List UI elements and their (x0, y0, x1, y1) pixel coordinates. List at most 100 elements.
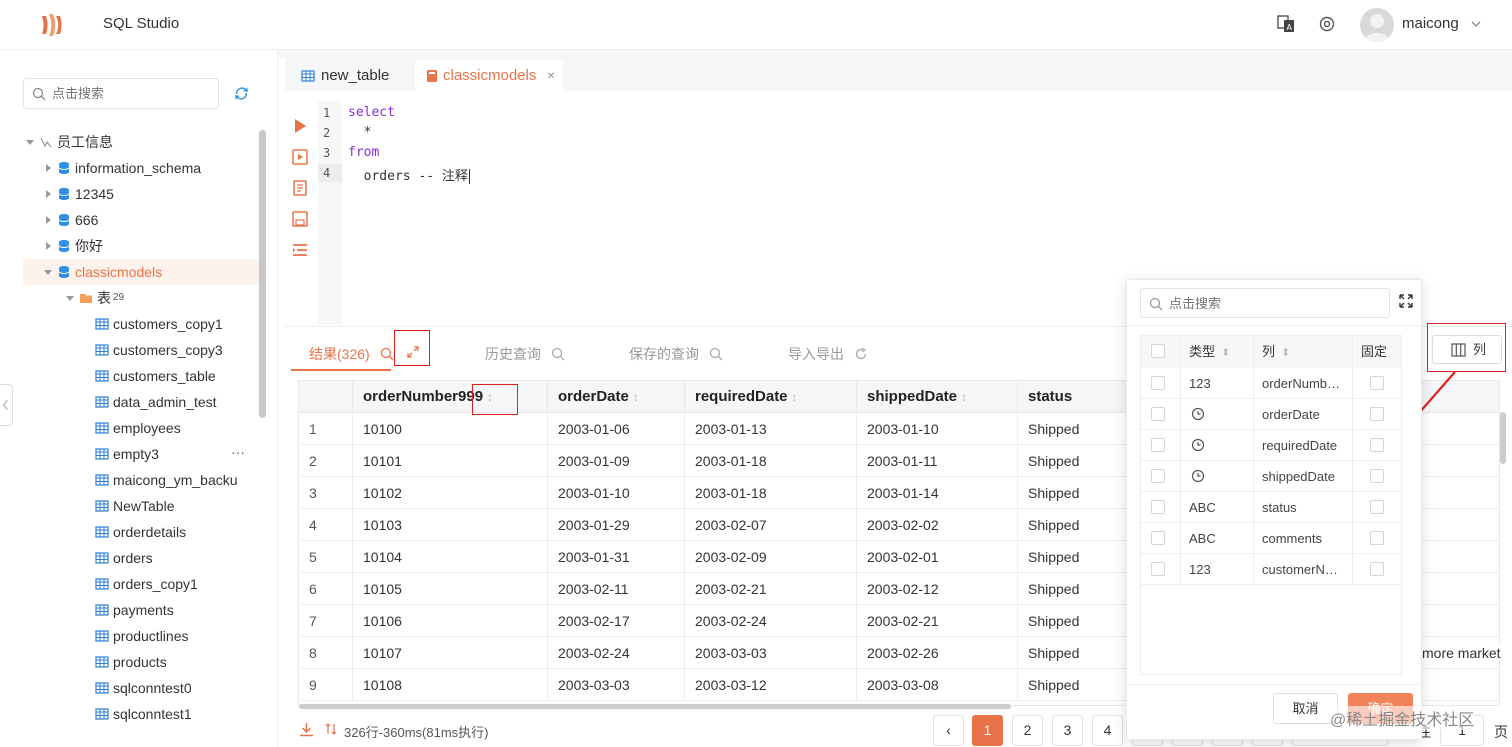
sidebar-search[interactable] (23, 78, 219, 109)
sort-icon[interactable]: ↕ (961, 390, 967, 404)
caret-down-icon[interactable] (66, 294, 74, 302)
more-options-icon[interactable]: ··· (231, 439, 245, 465)
table-cell[interactable]: 2003-01-11 (857, 445, 1018, 477)
code-line[interactable]: orders -- 注释​ (348, 165, 470, 184)
page-button[interactable]: 3 (1052, 715, 1083, 746)
indent-icon[interactable] (291, 241, 309, 259)
caret-right-icon[interactable] (44, 216, 52, 224)
table-cell[interactable]: 10104 (353, 541, 548, 573)
column-search[interactable] (1140, 288, 1390, 318)
column-header[interactable]: requiredDate ↕ (685, 381, 857, 413)
table-cell[interactable]: 2003-01-13 (685, 413, 857, 445)
caret-down-icon[interactable] (44, 268, 52, 276)
settings-gear-icon[interactable] (1318, 15, 1336, 33)
column-fixed-checkbox[interactable] (1370, 562, 1384, 576)
table-cell[interactable]: 2003-02-01 (857, 541, 1018, 573)
page-button[interactable]: 1 (972, 715, 1003, 746)
download-icon[interactable] (299, 722, 314, 737)
sidebar-collapse-handle[interactable] (0, 384, 13, 426)
column-fixed-checkbox[interactable] (1370, 376, 1384, 390)
column-visible-checkbox[interactable] (1151, 500, 1165, 514)
code-line[interactable]: from (348, 145, 379, 160)
table-cell[interactable]: 2003-01-06 (548, 413, 685, 445)
tree-item-table[interactable]: products (23, 649, 259, 675)
column-option-row[interactable]: ABC comments (1141, 523, 1401, 554)
tree-item-database[interactable]: 你好 (23, 233, 259, 259)
caret-right-icon[interactable] (44, 190, 52, 198)
grid-horizontal-scrollbar[interactable] (299, 704, 1011, 709)
column-header[interactable]: orderNumber999 ↕ (353, 381, 548, 413)
table-cell[interactable]: 10105 (353, 573, 548, 605)
column-visible-checkbox[interactable] (1151, 531, 1165, 545)
table-cell[interactable]: 10100 (353, 413, 548, 445)
caret-right-icon[interactable] (44, 164, 52, 172)
save-icon[interactable] (291, 210, 309, 228)
table-cell[interactable]: 10103 (353, 509, 548, 541)
tab-results[interactable]: 结果(326) (309, 344, 394, 364)
prev-page-icon[interactable]: ‹ (933, 715, 964, 746)
table-cell[interactable]: 2003-02-26 (857, 637, 1018, 669)
table-cell[interactable]: 2003-01-29 (548, 509, 685, 541)
column-visible-checkbox[interactable] (1151, 407, 1165, 421)
table-cell[interactable]: 2003-01-10 (548, 477, 685, 509)
sort-icon[interactable]: ⬍ (1221, 347, 1230, 359)
page-button[interactable]: 4 (1092, 715, 1123, 746)
column-header[interactable]: shippedDate ↕ (857, 381, 1018, 413)
tab-saved-queries[interactable]: 保存的查询 (629, 344, 723, 364)
run-selected-icon[interactable] (291, 148, 309, 166)
expand-icon[interactable] (1399, 294, 1413, 308)
tree-item-table[interactable]: sqlconntest0 (23, 675, 259, 701)
column-fixed-checkbox[interactable] (1370, 407, 1384, 421)
table-cell[interactable]: 2003-02-11 (548, 573, 685, 605)
translate-icon[interactable]: A (1277, 15, 1295, 33)
tree-item-table[interactable]: customers_copy1 (23, 311, 259, 337)
table-cell[interactable]: 10107 (353, 637, 548, 669)
tree-item-database[interactable]: information_schema (23, 155, 259, 181)
cancel-button[interactable]: 取消 (1273, 693, 1338, 724)
column-visible-checkbox[interactable] (1151, 562, 1165, 576)
table-cell[interactable]: 2003-02-24 (685, 605, 857, 637)
column-visible-checkbox[interactable] (1151, 376, 1165, 390)
tab-import-export[interactable]: 导入导出 (788, 344, 868, 364)
table-cell[interactable]: 2003-02-24 (548, 637, 685, 669)
tree-item-table[interactable]: customers_table (23, 363, 259, 389)
table-cell[interactable]: 2003-03-08 (857, 669, 1018, 701)
tree-item-table[interactable]: orderdetails (23, 519, 259, 545)
tree-item-table[interactable]: orders_copy1 (23, 571, 259, 597)
tree-item-database[interactable]: classicmodels (23, 259, 259, 285)
tab-history[interactable]: 历史查询 (485, 344, 565, 364)
column-option-row[interactable]: 123 customerN… (1141, 554, 1401, 585)
table-cell[interactable]: 2003-02-09 (685, 541, 857, 573)
table-cell[interactable]: 2003-01-18 (685, 477, 857, 509)
column-visible-checkbox[interactable] (1151, 469, 1165, 483)
tree-item-table[interactable]: orders (23, 545, 259, 571)
table-cell[interactable]: 2003-02-02 (857, 509, 1018, 541)
column-fixed-checkbox[interactable] (1370, 438, 1384, 452)
column-header[interactable]: 列 ⬍ (1254, 336, 1353, 368)
column-fixed-checkbox[interactable] (1370, 500, 1384, 514)
tab-classicmodels[interactable]: classicmodels × (415, 60, 563, 91)
tree-item-table[interactable]: productlines (23, 623, 259, 649)
select-all-checkbox[interactable] (1151, 344, 1165, 358)
sort-icon[interactable]: ↕ (792, 390, 798, 404)
table-cell[interactable]: 10108 (353, 669, 548, 701)
tree-item-table[interactable]: NewTable (23, 493, 259, 519)
column-visible-checkbox[interactable] (1151, 438, 1165, 452)
table-cell[interactable]: 10102 (353, 477, 548, 509)
column-option-row[interactable]: requiredDate (1141, 430, 1401, 461)
tree-item-table[interactable]: customers_copy3 (23, 337, 259, 363)
table-cell[interactable]: 2003-01-10 (857, 413, 1018, 445)
column-fixed-checkbox[interactable] (1370, 531, 1384, 545)
column-option-row[interactable]: orderDate (1141, 399, 1401, 430)
table-cell[interactable]: 2003-03-03 (685, 637, 857, 669)
column-option-row[interactable]: 123 orderNumb… (1141, 368, 1401, 399)
table-cell[interactable]: 2003-02-07 (685, 509, 857, 541)
tree-item-database[interactable]: 12345 (23, 181, 259, 207)
table-cell[interactable]: 2003-02-21 (685, 573, 857, 605)
tree-item-table[interactable]: sqlconntest1 (23, 701, 259, 727)
table-cell[interactable]: 2003-02-17 (548, 605, 685, 637)
tree-item-table[interactable]: employees (23, 415, 259, 441)
tab-close-icon[interactable]: × (547, 60, 555, 91)
grid-vertical-scrollbar[interactable] (1500, 412, 1506, 464)
tree-item-table[interactable]: empty3 ··· (23, 441, 259, 467)
